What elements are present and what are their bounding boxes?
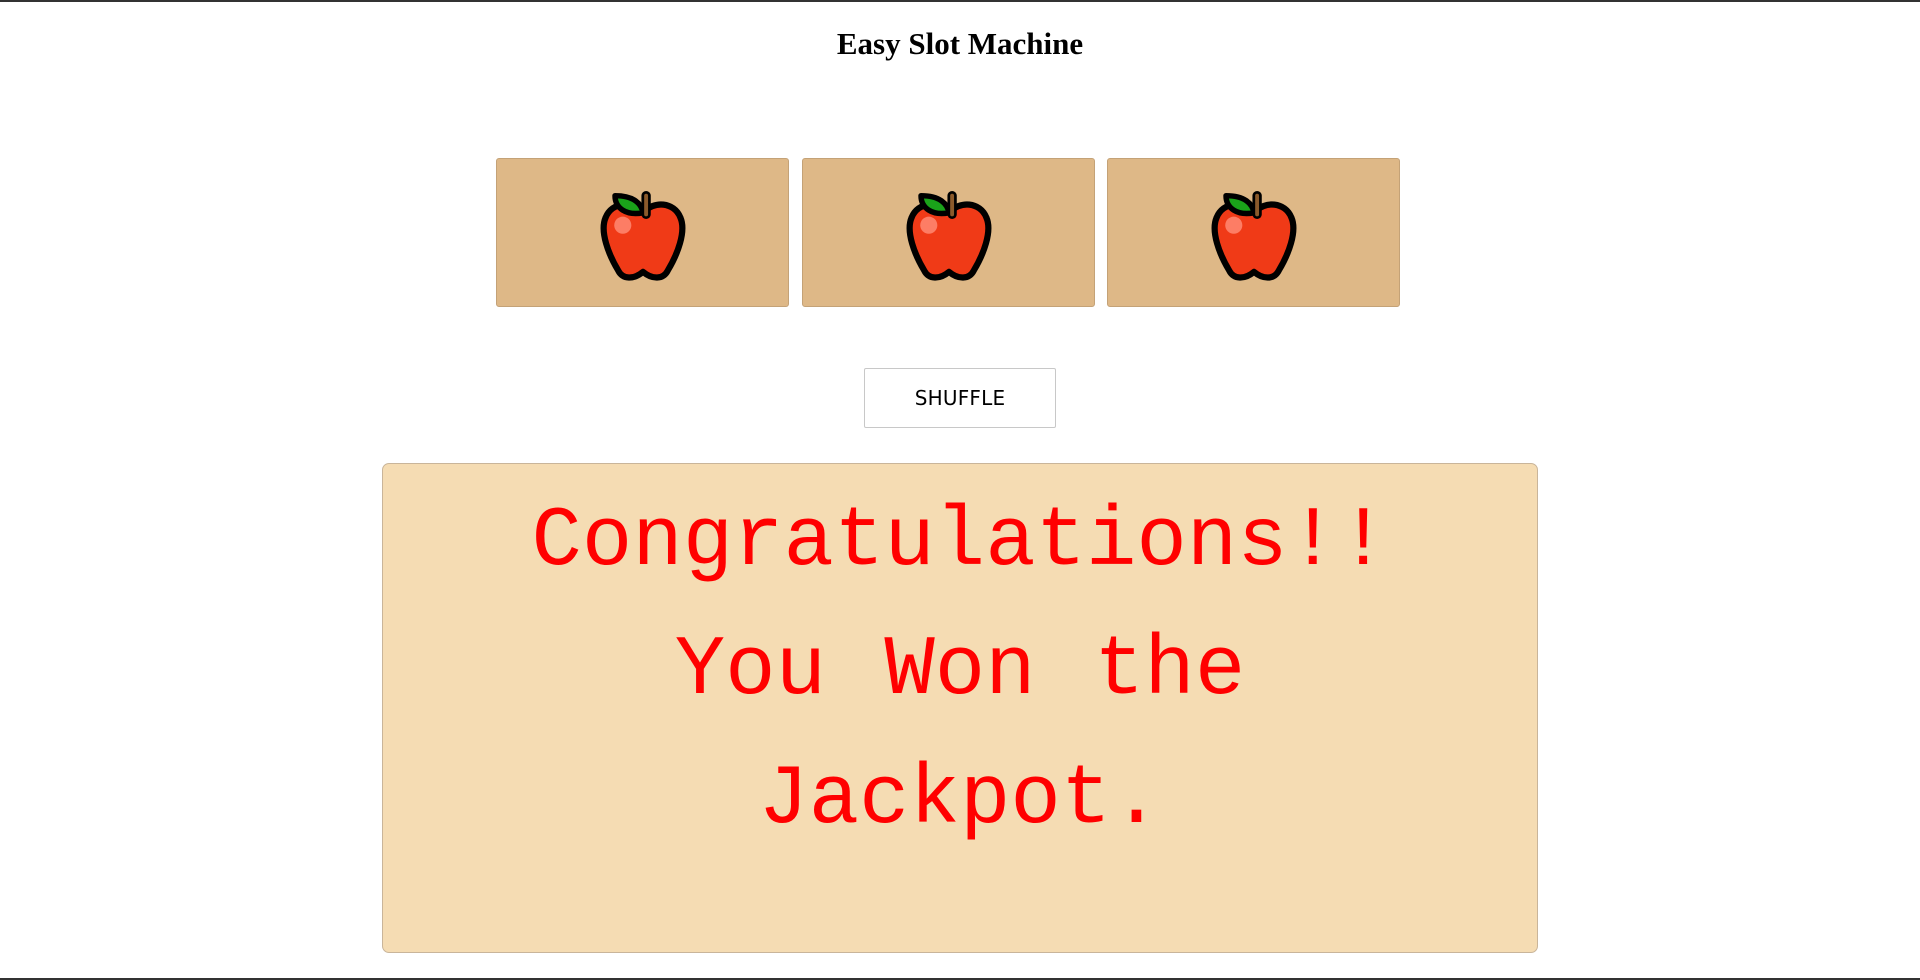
result-line-2: You Won the [674,624,1246,719]
reel-3 [1107,158,1400,307]
apple-icon [1211,190,1296,281]
apple-icon [600,190,685,281]
result-line-3: Jackpot. [758,753,1162,848]
result-line-1: Congratulations!! [531,495,1389,590]
reel-1 [496,158,789,307]
result-message-panel: Congratulations!! You Won the Jackpot. [382,463,1538,953]
apple-icon [906,190,991,281]
page-title: Easy Slot Machine [836,26,1084,61]
reel-2 [802,158,1095,307]
shuffle-button[interactable]: SHUFFLE [864,368,1056,428]
reels-row [496,158,1400,307]
slot-machine-page: Easy Slot Machine SHUFFLE Congratulation… [0,0,1920,980]
